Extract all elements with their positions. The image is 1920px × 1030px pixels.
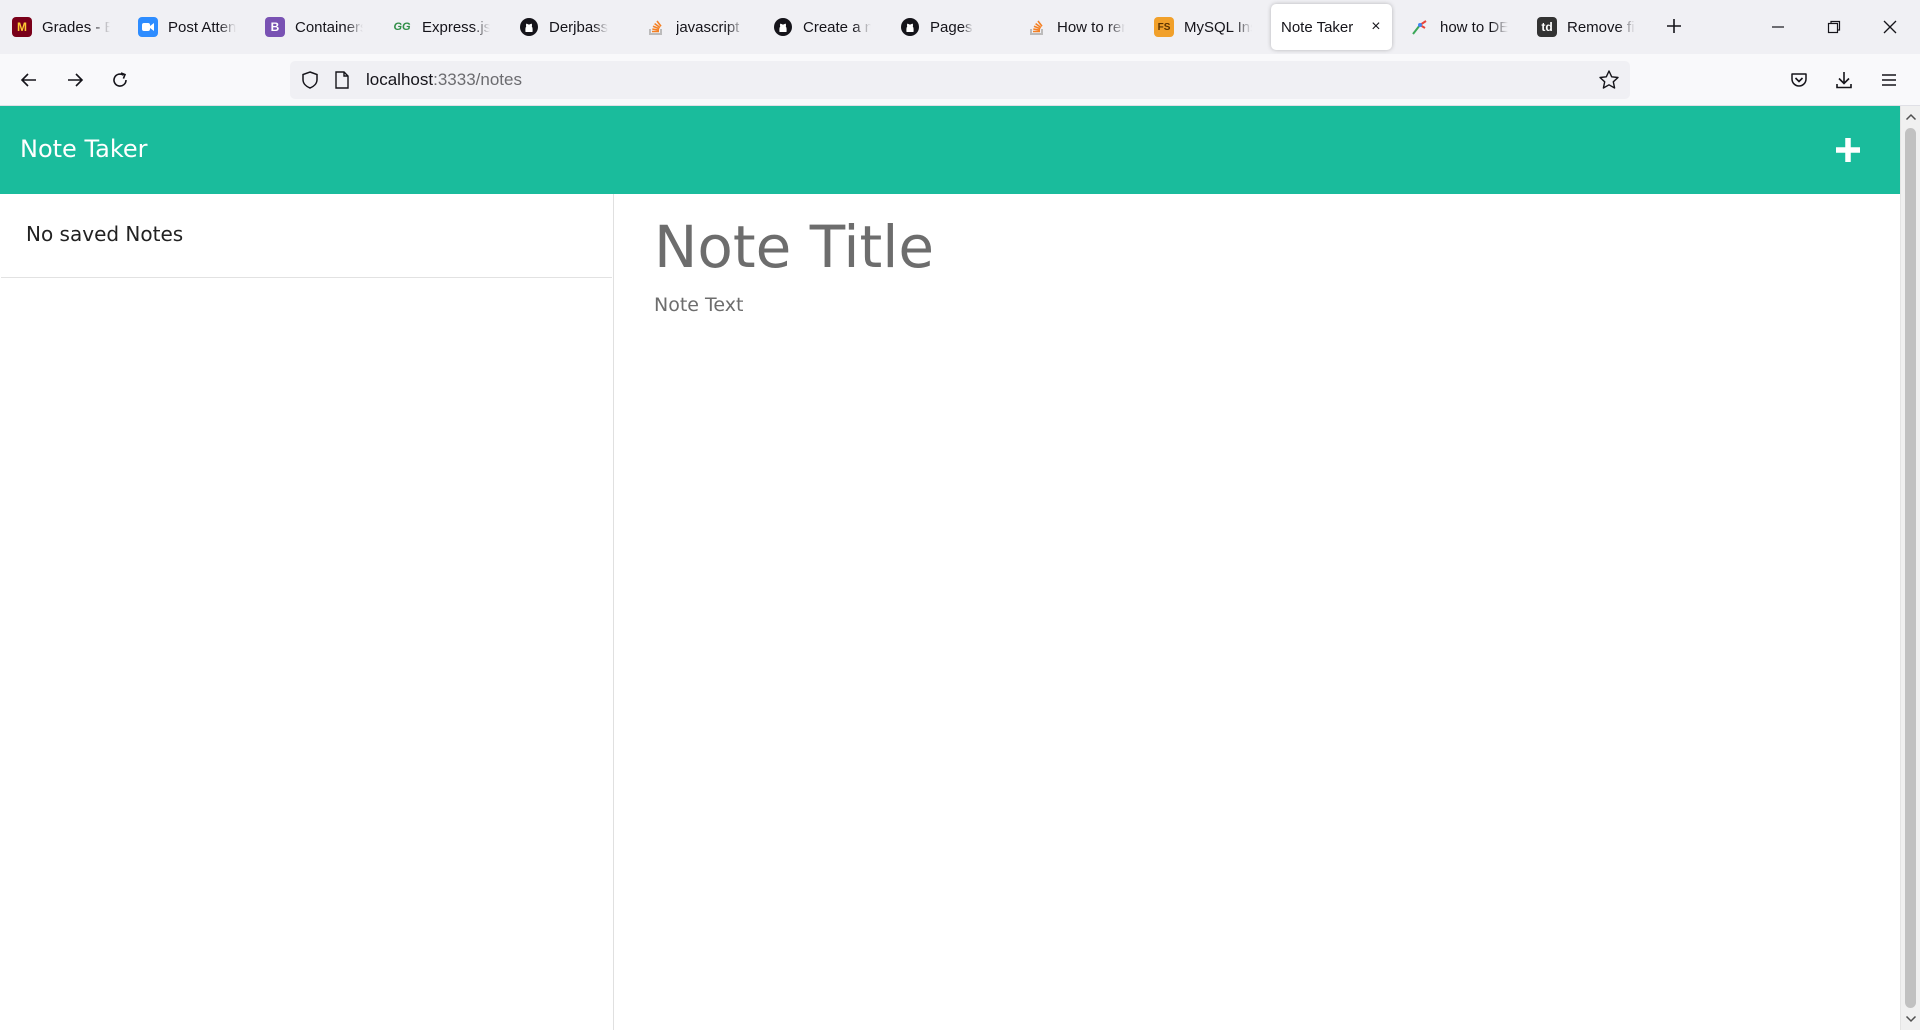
page-icon[interactable]: [334, 71, 350, 94]
zoom-icon: [138, 17, 158, 37]
hamburger-menu-icon: [1882, 74, 1896, 86]
tab-label: how to DEL: [1440, 18, 1508, 36]
stackoverflow-icon: [1027, 17, 1047, 37]
scroll-up-button[interactable]: [1901, 108, 1920, 126]
tab-label: Express.js |: [422, 18, 490, 36]
tab-label: MySQL Inst: [1184, 18, 1252, 36]
td-logo-icon: td: [1537, 17, 1557, 37]
arrow-left-icon: [20, 73, 36, 87]
app-navbar: Note Taker: [0, 106, 1900, 194]
scrollbar-thumb[interactable]: [1905, 128, 1916, 1008]
note-title-input[interactable]: [654, 208, 1854, 286]
github-icon: [773, 17, 793, 37]
tab-derjbass[interactable]: Derjbass: [509, 4, 627, 50]
geeksforgeeks-icon: GG: [393, 21, 411, 33]
url-path: :3333/notes: [433, 70, 522, 89]
tab-how-to-delete[interactable]: how to DEL: [1400, 4, 1518, 50]
tab-label: Containers: [295, 18, 363, 36]
notes-list-panel: No saved Notes: [0, 194, 614, 1030]
tab-grades[interactable]: M Grades - B: [2, 4, 120, 50]
arrow-right-icon: [68, 73, 84, 87]
tab-label: Post Attenc: [168, 18, 236, 36]
downloads-button[interactable]: [1827, 63, 1861, 97]
empty-notes-message: No saved Notes: [26, 222, 184, 246]
stackoverflow-icon: [646, 17, 666, 37]
minimize-button[interactable]: [1758, 8, 1798, 46]
tab-mysql[interactable]: FS MySQL Inst: [1144, 4, 1262, 50]
page-viewport: Note Taker No saved Notes: [0, 106, 1900, 1030]
note-editor: [614, 194, 1900, 1030]
plus-icon: [1836, 138, 1860, 162]
restore-button[interactable]: [1814, 8, 1854, 46]
page-scrollbar[interactable]: [1900, 106, 1920, 1030]
url-text[interactable]: localhost:3333/notes: [366, 70, 522, 90]
plus-icon: [1667, 19, 1681, 33]
add-note-button[interactable]: [1832, 134, 1864, 166]
reload-icon: [113, 72, 127, 87]
tab-label: How to ren: [1057, 18, 1125, 36]
github-icon: [519, 17, 539, 37]
pocket-icon: [1791, 73, 1807, 87]
umn-logo-icon: M: [12, 17, 32, 37]
freecodecamp-icon: FS: [1154, 17, 1174, 37]
pocket-button[interactable]: [1782, 63, 1816, 97]
tab-pages[interactable]: Pages: [890, 4, 1008, 50]
tab-post-attendance[interactable]: Post Attenc: [128, 4, 246, 50]
close-icon: [1883, 20, 1897, 34]
tab-label: Remove fir: [1567, 18, 1635, 36]
tab-label: Note Taker: [1281, 18, 1354, 36]
tab-label: Grades - B: [42, 18, 110, 36]
bootstrap-icon: B: [265, 17, 285, 37]
reload-button[interactable]: [103, 63, 137, 97]
bookmark-star-icon[interactable]: [1598, 69, 1620, 96]
tab-label: Pages: [930, 18, 973, 36]
new-tab-button[interactable]: [1660, 12, 1688, 40]
window-close-button[interactable]: [1870, 8, 1910, 46]
shield-icon[interactable]: [300, 70, 320, 95]
minimize-icon: [1772, 26, 1784, 28]
app-menu-button[interactable]: [1872, 63, 1906, 97]
chevron-up-icon: [1905, 113, 1916, 121]
tab-strip: M Grades - B Post Attenc B Containers GG…: [0, 0, 1920, 54]
app-brand[interactable]: Note Taker: [20, 135, 148, 163]
url-host: localhost: [366, 70, 434, 89]
forward-button[interactable]: [58, 63, 92, 97]
back-button[interactable]: [12, 63, 46, 97]
scroll-down-button[interactable]: [1901, 1010, 1920, 1028]
tab-remove-first[interactable]: td Remove fir: [1527, 4, 1645, 50]
tool-icon: [1410, 17, 1430, 37]
list-item: No saved Notes: [1, 194, 612, 278]
download-icon: [1836, 72, 1852, 89]
navigation-toolbar: localhost:3333/notes: [0, 54, 1920, 106]
github-icon: [900, 17, 920, 37]
chevron-down-icon: [1905, 1015, 1916, 1023]
tab-expressjs[interactable]: GG Express.js |: [382, 4, 500, 50]
tab-containers[interactable]: B Containers: [255, 4, 373, 50]
note-text-area[interactable]: [654, 294, 1854, 934]
restore-icon: [1827, 20, 1841, 34]
tab-note-taker[interactable]: Note Taker ×: [1271, 4, 1392, 50]
tab-label: javascript -: [676, 18, 744, 36]
tab-label: Create a ne: [803, 18, 871, 36]
tab-javascript[interactable]: javascript -: [636, 4, 754, 50]
tab-how-to-rename[interactable]: How to ren: [1017, 4, 1135, 50]
close-tab-button[interactable]: ×: [1371, 18, 1380, 36]
tab-create-new[interactable]: Create a ne: [763, 4, 881, 50]
address-bar[interactable]: localhost:3333/notes: [290, 61, 1630, 99]
tab-label: Derjbass: [549, 18, 609, 36]
